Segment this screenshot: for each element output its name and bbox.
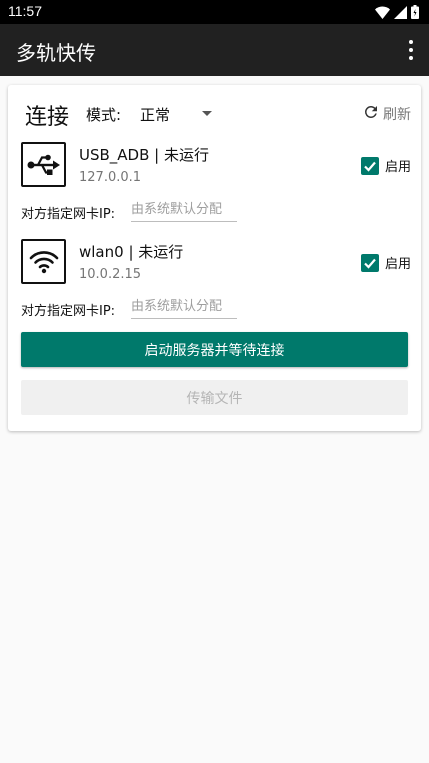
more-vert-icon[interactable] (407, 40, 415, 60)
app-title: 多轨快传 (16, 41, 96, 65)
transfer-files-button[interactable]: 传输文件 (21, 380, 408, 415)
interface-name: USB_ADB | 未运行 (79, 146, 209, 164)
mode-value: 正常 (140, 106, 171, 124)
interface-usb: USB_ADB | 未运行 127.0.0.1 启用 对方指定网卡IP: (21, 142, 411, 232)
refresh-icon (362, 103, 380, 125)
enable-checkbox[interactable]: 启用 (360, 253, 411, 272)
enable-label: 启用 (384, 257, 411, 272)
wifi-icon (21, 239, 66, 284)
battery-icon (411, 4, 419, 23)
wifi-icon (375, 4, 390, 23)
mode-label: 模式: (86, 106, 122, 124)
refresh-button[interactable]: 刷新 (362, 103, 411, 125)
mode-dropdown[interactable]: 正常 (140, 104, 212, 126)
checkbox-checked-icon[interactable] (360, 156, 379, 175)
start-server-button[interactable]: 启动服务器并等待连接 (21, 332, 408, 367)
interface-ip: 10.0.2.15 (79, 267, 142, 282)
enable-checkbox[interactable]: 启用 (360, 156, 411, 175)
status-time: 11:57 (8, 3, 42, 19)
checkbox-checked-icon[interactable] (360, 253, 379, 272)
dropdown-arrow-icon (202, 111, 212, 116)
connection-title: 连接 (25, 105, 70, 130)
connection-card: 连接 模式: 正常 刷新 USB_ADB | 未运行 127.0.0.1 启用 … (8, 85, 421, 431)
nic-ip-label: 对方指定网卡IP: (21, 304, 116, 319)
refresh-label: 刷新 (383, 107, 411, 123)
nic-ip-label: 对方指定网卡IP: (21, 207, 116, 222)
interface-name: wlan0 | 未运行 (79, 243, 184, 261)
interface-wlan: wlan0 | 未运行 10.0.2.15 启用 对方指定网卡IP: (21, 239, 411, 329)
status-bar: 11:57 (0, 0, 429, 24)
app-bar: 多轨快传 (0, 24, 429, 76)
enable-label: 启用 (384, 160, 411, 175)
nic-ip-input[interactable] (131, 295, 237, 319)
status-icons (375, 4, 419, 23)
usb-icon (21, 142, 66, 187)
interface-ip: 127.0.0.1 (79, 170, 142, 185)
signal-icon (394, 4, 407, 23)
nic-ip-input[interactable] (131, 198, 237, 222)
